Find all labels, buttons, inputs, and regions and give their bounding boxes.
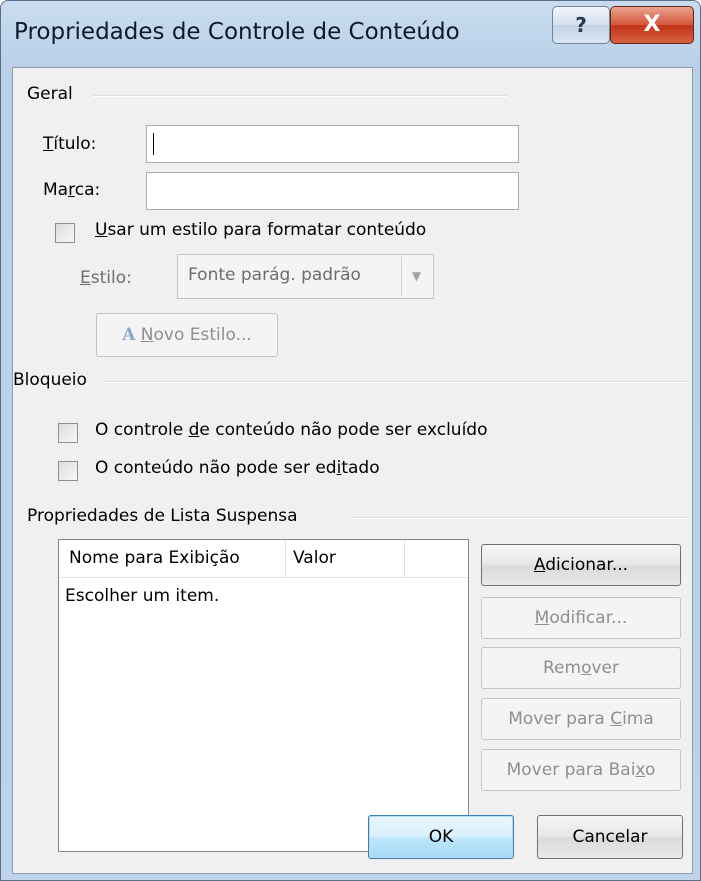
move-down-button[interactable]: Mover para Baixo	[481, 749, 681, 791]
group-locking-divider	[103, 381, 690, 383]
cannot-edit-label[interactable]: O conteúdo não pode ser editado	[95, 458, 380, 478]
dropdown-items-list[interactable]: Nome para Exibição Valor Escolher um ite…	[58, 539, 469, 852]
list-item-display: Escolher um item.	[65, 586, 220, 606]
dialog-window: Propriedades de Controle de Conteúdo ? X…	[0, 0, 701, 881]
ok-button[interactable]: OK	[368, 815, 514, 859]
text-caret	[153, 133, 154, 155]
new-style-button[interactable]: A Novo Estilo...	[96, 313, 278, 357]
style-label: Estilo:	[80, 268, 132, 288]
close-icon: X	[643, 12, 661, 37]
tag-label: Marca:	[43, 180, 101, 200]
tag-input[interactable]	[146, 172, 519, 210]
group-dropdown-divider	[349, 517, 690, 519]
title-label: Título:	[43, 134, 97, 154]
list-header: Nome para Exibição Valor	[59, 540, 468, 578]
remove-button[interactable]: Remover	[481, 647, 681, 689]
cancel-button[interactable]: Cancelar	[537, 815, 683, 859]
modify-button[interactable]: Modificar...	[481, 597, 681, 639]
cannot-delete-checkbox[interactable]	[58, 423, 78, 443]
group-locking-label: Bloqueio	[13, 370, 87, 390]
style-icon: A	[122, 325, 136, 345]
list-item[interactable]: Escolher um item.	[65, 586, 219, 606]
title-input[interactable]	[146, 125, 519, 163]
column-header-value[interactable]: Valor	[293, 548, 336, 568]
help-button[interactable]: ?	[552, 6, 610, 44]
use-style-checkbox[interactable]	[55, 223, 75, 243]
group-dropdown-label: Propriedades de Lista Suspensa	[27, 506, 298, 526]
use-style-label[interactable]: Usar um estilo para formatar conteúdo	[95, 220, 426, 240]
cannot-delete-label[interactable]: O controle de conteúdo não pode ser excl…	[95, 420, 488, 440]
move-up-button[interactable]: Mover para Cima	[481, 698, 681, 740]
style-select-value: Fonte parág. padrão	[188, 265, 361, 285]
group-general-divider	[93, 95, 507, 97]
style-select[interactable]: Fonte parág. padrão ▼	[177, 254, 434, 299]
close-button[interactable]: X	[610, 6, 694, 44]
title-bar[interactable]: Propriedades de Controle de Conteúdo ? X	[1, 1, 700, 67]
cannot-edit-checkbox[interactable]	[58, 461, 78, 481]
group-general-label: Geral	[27, 84, 73, 104]
column-separator[interactable]	[285, 540, 286, 577]
chevron-down-icon[interactable]: ▼	[401, 257, 431, 296]
dialog-title: Propriedades de Controle de Conteúdo	[14, 19, 460, 45]
column-header-display-name[interactable]: Nome para Exibição	[69, 548, 240, 568]
column-separator[interactable]	[404, 540, 405, 577]
add-button[interactable]: Adicionar...	[481, 544, 681, 586]
